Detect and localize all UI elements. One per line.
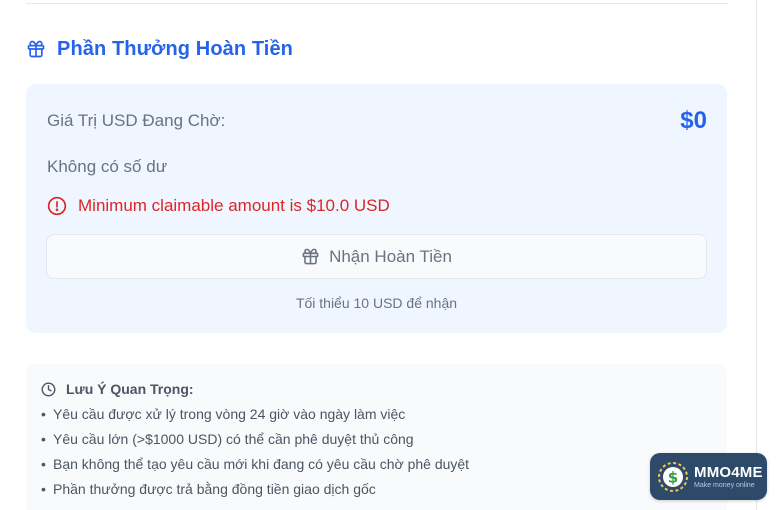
clock-icon — [41, 382, 56, 396]
notes-title: Lưu Ý Quan Trọng: — [66, 381, 194, 397]
minimum-note: Tối thiểu 10 USD để nhận — [295, 295, 458, 311]
notes-card: Lưu Ý Quan Trọng: • Yêu cầu được xử lý tr… — [26, 364, 727, 510]
note-text: Bạn không thể tạo yêu cầu mới khi đang c… — [53, 456, 470, 472]
note-text: Phần thưởng được trả bằng đồng tiền giao… — [53, 481, 376, 497]
section-title: Phần Thưởng Hoàn Tiền — [57, 37, 293, 60]
pending-label: Giá Trị USD Đang Chờ: — [47, 111, 226, 130]
logo-name: MMO4ME — [694, 463, 763, 481]
list-item: • Phần thưởng được trả bằng đồng tiền gia… — [41, 479, 469, 504]
note-text: Yêu cầu lớn (>$1000 USD) có thể cần phê … — [53, 431, 414, 447]
gift-icon — [27, 40, 45, 58]
claim-refund-button[interactable]: Nhận Hoàn Tiền — [46, 234, 707, 279]
top-divider — [26, 3, 728, 4]
note-text: Yêu cầu được xử lý trong vòng 24 giờ vào… — [53, 406, 406, 422]
list-item: • Yêu cầu được xử lý trong vòng 24 giờ và… — [41, 404, 469, 429]
list-item: • Yêu cầu lớn (>$1000 USD) có thể cần phê… — [41, 429, 469, 454]
claim-button-label: Nhận Hoàn Tiền — [329, 246, 452, 266]
pending-row: Giá Trị USD Đang Chờ: $0 — [47, 107, 707, 134]
error-text: Minimum claimable amount is $10.0 USD — [78, 196, 390, 215]
dollar-coin-icon: $ — [658, 461, 688, 492]
logo-tagline: Make money online — [694, 481, 755, 489]
section-header: Phần Thưởng Hoàn Tiền — [26, 36, 293, 62]
error-message: Minimum claimable amount is $10.0 USD — [47, 195, 390, 217]
balance-status: Không có số dư — [47, 157, 168, 176]
list-item: • Bạn không thể tạo yêu cầu mới khi đang … — [41, 454, 469, 479]
alert-circle-icon — [47, 196, 67, 216]
scroll-edge — [756, 0, 757, 510]
svg-text:$: $ — [668, 468, 678, 486]
mmo4me-logo[interactable]: $ MMO4ME Make money online — [650, 453, 767, 500]
notes-header: Lưu Ý Quan Trọng: — [41, 380, 194, 398]
pending-value: $0 — [680, 107, 707, 134]
reward-card: Giá Trị USD Đang Chờ: $0 Không có số dư … — [26, 84, 727, 333]
notes-list: • Yêu cầu được xử lý trong vòng 24 giờ và… — [41, 404, 469, 504]
gift-icon — [302, 248, 319, 265]
